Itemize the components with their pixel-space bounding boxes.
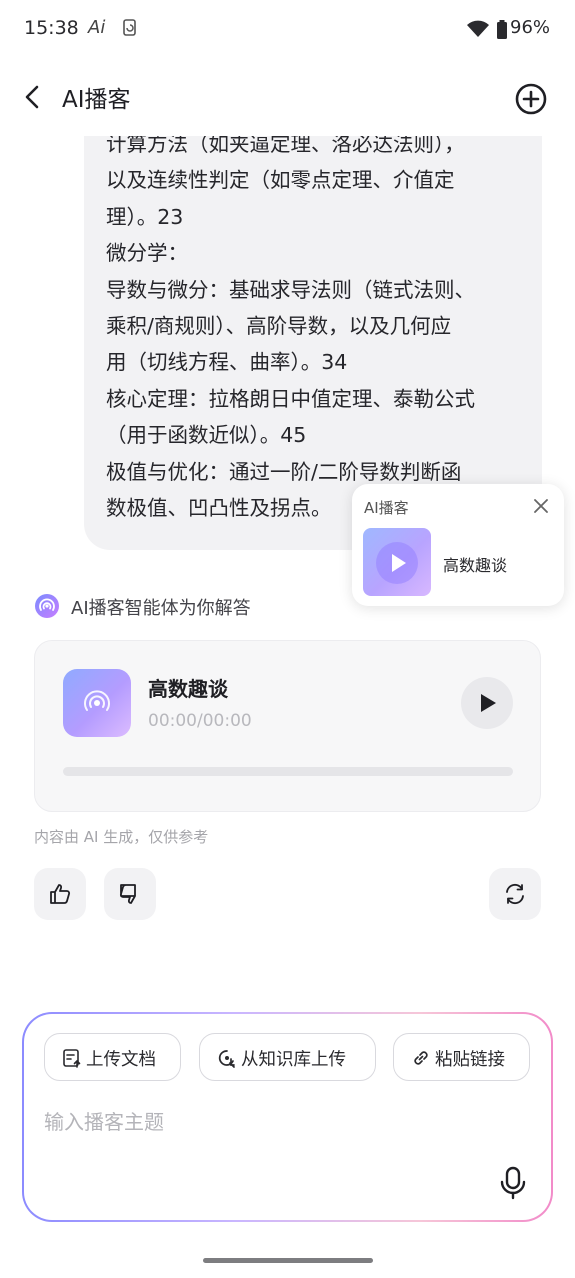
thumbs-up-icon xyxy=(50,884,71,904)
link-icon xyxy=(414,1051,428,1065)
message-line: （用于函数近似）。45 xyxy=(106,423,307,448)
voice-input-button[interactable] xyxy=(498,1166,528,1200)
home-indicator[interactable] xyxy=(203,1258,373,1263)
message-line: 用（切线方程、曲率）。34 xyxy=(106,350,348,375)
message-text: 计算方法（如夹逼定理、洛必达法则）， 以及连续性判定（如零点定理、介值定 理）。… xyxy=(106,126,526,526)
podcast-cover xyxy=(63,669,131,737)
floating-player-thumbnail[interactable] xyxy=(363,528,431,596)
regenerate-button[interactable] xyxy=(489,868,541,920)
back-button[interactable] xyxy=(18,82,48,112)
input-panel: 上传文档 从知识库上传 粘贴链接 输入播客主题 xyxy=(22,1012,553,1222)
status-bar: 15:38 Ai 96% xyxy=(0,0,575,60)
battery-icon xyxy=(496,20,508,43)
close-button[interactable] xyxy=(532,497,550,515)
message-line: 以及连续性判定（如零点定理、介值定 xyxy=(106,168,455,193)
status-time: 15:38 xyxy=(24,17,79,39)
thumbs-down-icon xyxy=(119,884,136,904)
message-line: 乘积/商规则）、高阶导数，以及几何应 xyxy=(106,313,452,338)
document-upload-icon xyxy=(63,1049,81,1068)
knowledge-base-label: 从知识库上传 xyxy=(241,1050,346,1070)
battery-percent: 96% xyxy=(510,17,551,38)
floating-player-track: 高数趣谈 xyxy=(443,556,508,575)
plus-circle-icon xyxy=(515,83,547,115)
topic-input[interactable]: 输入播客主题 xyxy=(44,1106,164,1135)
close-icon xyxy=(534,499,548,513)
app-header: AI播客 xyxy=(0,60,575,136)
play-icon xyxy=(481,694,496,712)
podcast-title: 高数趣谈 xyxy=(148,677,228,701)
play-button[interactable] xyxy=(461,677,513,729)
paste-link-label: 粘贴链接 xyxy=(435,1050,505,1070)
like-button[interactable] xyxy=(34,868,86,920)
chevron-left-icon xyxy=(25,85,39,109)
ai-status-icon: Ai xyxy=(88,17,106,38)
page-title: AI播客 xyxy=(62,87,131,113)
wifi-icon xyxy=(466,20,490,42)
ai-disclaimer: 内容由 AI 生成，仅供参考 xyxy=(34,828,209,846)
upload-doc-button[interactable]: 上传文档 xyxy=(44,1033,181,1081)
message-line: 核心定理：拉格朗日中值定理、泰勒公式 xyxy=(106,386,475,411)
podcast-time: 00:00/00:00 xyxy=(148,711,252,731)
podcast-card[interactable]: 高数趣谈 00:00/00:00 xyxy=(34,640,541,812)
floating-player[interactable]: AI播客 高数趣谈 xyxy=(352,484,564,606)
floating-player-label: AI播客 xyxy=(364,499,409,517)
knowledge-base-icon xyxy=(218,1050,235,1068)
microphone-icon xyxy=(500,1166,526,1200)
sync-icon xyxy=(122,19,138,41)
message-line: 理）。23 xyxy=(106,204,184,229)
message-line: 微分学： xyxy=(106,241,188,266)
podcast-agent-icon xyxy=(35,594,59,618)
refresh-icon xyxy=(506,883,524,905)
dislike-button[interactable] xyxy=(104,868,156,920)
message-line: 导数与微分：基础求导法则（链式法则、 xyxy=(106,277,475,302)
upload-doc-label: 上传文档 xyxy=(86,1050,156,1070)
podcast-icon xyxy=(84,690,110,711)
progress-bar[interactable] xyxy=(63,767,513,776)
paste-link-button[interactable]: 粘贴链接 xyxy=(393,1033,530,1081)
agent-label: AI播客智能体为你解答 xyxy=(71,598,251,619)
input-panel-inner: 上传文档 从知识库上传 粘贴链接 输入播客主题 xyxy=(24,1014,551,1220)
new-chat-button[interactable] xyxy=(514,82,548,116)
play-icon xyxy=(392,554,406,572)
knowledge-base-upload-button[interactable]: 从知识库上传 xyxy=(199,1033,376,1081)
